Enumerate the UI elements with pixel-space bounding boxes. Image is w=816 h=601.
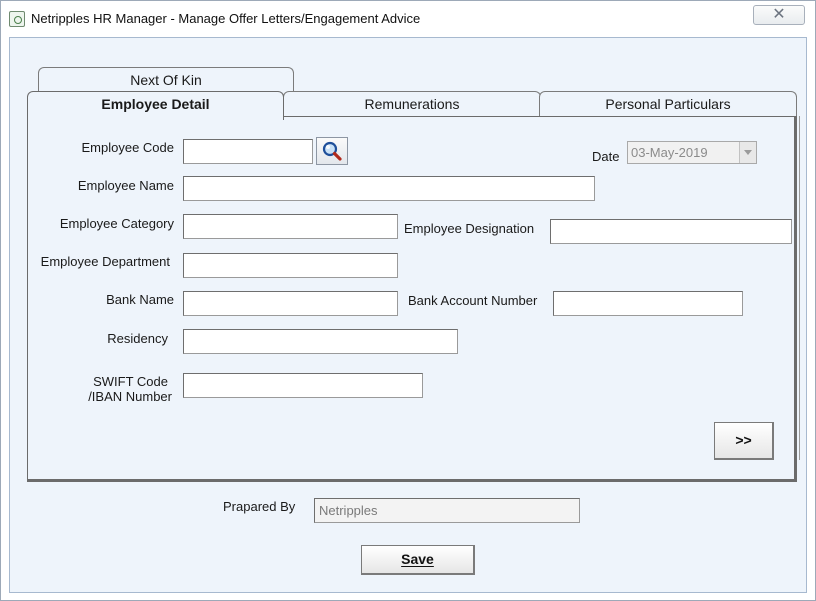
employee-detail-panel: Employee Code Date 03-May-2019 Employee … xyxy=(27,116,797,482)
tab-remunerations[interactable]: Remunerations xyxy=(283,91,541,117)
save-button-label: Save xyxy=(401,551,434,567)
prepared-by-label: Prapared By xyxy=(223,499,296,514)
client-area: Next Of Kin Remunerations Personal Parti… xyxy=(9,37,807,593)
bank-account-number-input[interactable] xyxy=(553,291,743,316)
save-button[interactable]: Save xyxy=(361,545,475,575)
employee-name-label: Employee Name xyxy=(77,178,174,193)
employee-designation-label: Employee Designation xyxy=(404,221,535,236)
swift-iban-input[interactable] xyxy=(183,373,423,398)
employee-category-label: Employee Category xyxy=(59,216,174,231)
employee-name-input[interactable] xyxy=(183,176,595,201)
bank-name-label: Bank Name xyxy=(106,292,174,307)
tab-employee-detail[interactable]: Employee Detail xyxy=(27,91,284,120)
residency-input[interactable] xyxy=(183,329,458,354)
dialog-window: Netripples HR Manager - Manage Offer Let… xyxy=(0,0,816,601)
bank-name-input[interactable] xyxy=(183,291,398,316)
tab-next-of-kin[interactable]: Next Of Kin xyxy=(38,67,294,93)
chevron-down-icon[interactable] xyxy=(739,142,756,163)
close-button[interactable]: ✕ xyxy=(753,5,805,25)
swift-code-label: SWIFT Code xyxy=(93,374,168,389)
date-picker[interactable]: 03-May-2019 xyxy=(627,141,757,164)
date-value: 03-May-2019 xyxy=(631,145,708,160)
bank-account-number-label: Bank Account Number xyxy=(408,293,538,308)
tab-personal-particulars[interactable]: Personal Particulars xyxy=(539,91,797,117)
employee-search-button[interactable] xyxy=(316,137,348,165)
next-button[interactable]: >> xyxy=(714,422,774,460)
employee-category-input[interactable] xyxy=(183,214,398,239)
employee-department-label: Employee Department xyxy=(40,254,170,269)
employee-code-input[interactable] xyxy=(183,139,313,164)
title-bar: Netripples HR Manager - Manage Offer Let… xyxy=(1,1,815,35)
employee-code-label: Employee Code xyxy=(81,140,175,155)
residency-label: Residency xyxy=(107,331,168,346)
app-icon xyxy=(9,11,25,27)
prepared-by-field xyxy=(314,498,580,523)
magnifier-icon xyxy=(322,141,342,161)
date-label: Date xyxy=(592,149,620,164)
window-title: Netripples HR Manager - Manage Offer Let… xyxy=(31,11,421,26)
iban-number-label: /IBAN Number xyxy=(88,389,172,404)
employee-department-input[interactable] xyxy=(183,253,398,278)
employee-designation-input[interactable] xyxy=(550,219,792,244)
